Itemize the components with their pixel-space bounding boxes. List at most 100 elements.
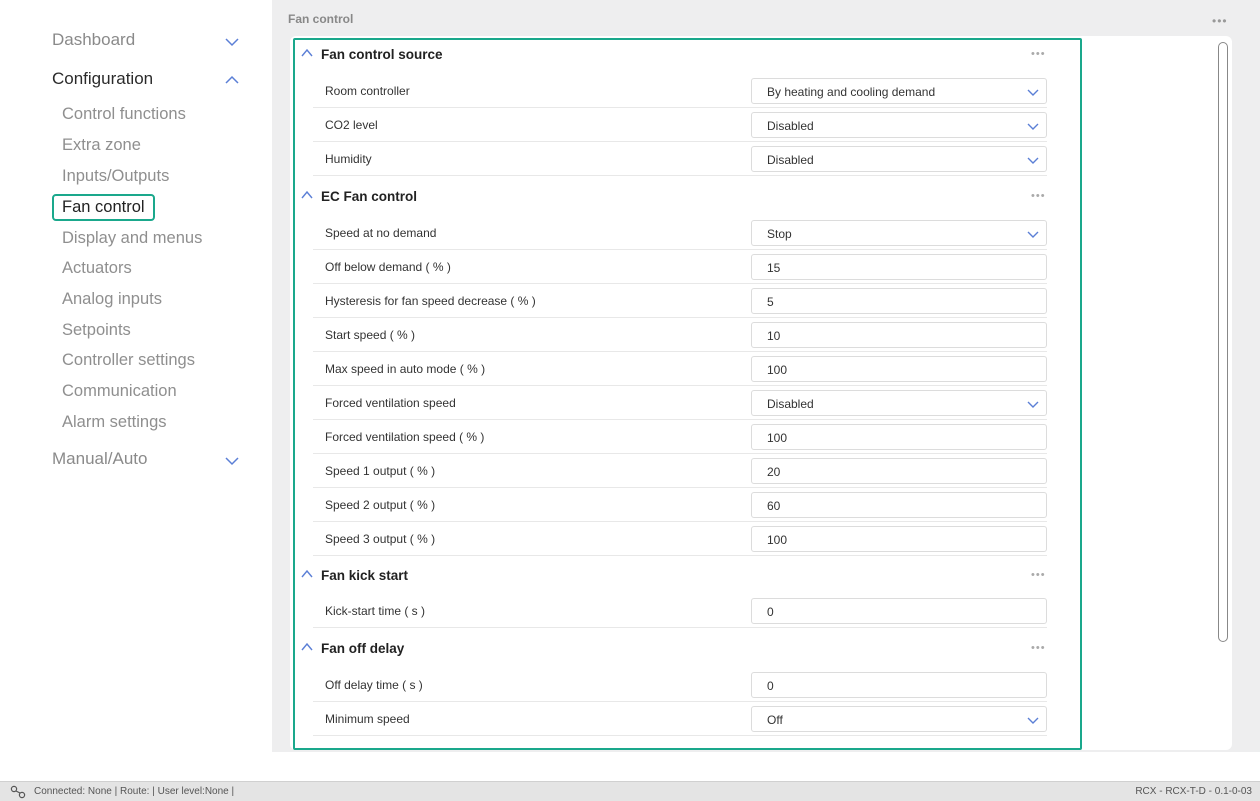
chevron-up-icon[interactable] (222, 70, 242, 90)
setting-value: 5 (767, 295, 774, 309)
setting-label: Kick-start time ( s ) (325, 604, 426, 618)
setting-value: 0 (767, 679, 774, 693)
setting-value: Stop (767, 227, 792, 241)
setting-label: Speed at no demand (325, 226, 437, 240)
nav-dashboard[interactable]: Dashboard (52, 30, 135, 50)
setting-row: CO2 level Disabled (313, 108, 1047, 142)
setting-label: Max speed in auto mode ( % ) (325, 362, 486, 376)
setting-dropdown[interactable]: Disabled (751, 146, 1047, 172)
chevron-up-icon[interactable] (300, 567, 314, 581)
setting-row: Speed at no demand Stop (313, 216, 1047, 250)
setting-label: Minimum speed (325, 712, 410, 726)
nav-display-and-menus[interactable]: Display and menus (62, 229, 202, 248)
section-title: EC Fan control (321, 189, 418, 204)
section-header[interactable]: EC Fan control ••• (300, 182, 1060, 212)
nav-inputs-outputs[interactable]: Inputs/Outputs (62, 167, 169, 186)
chevron-down-icon[interactable] (222, 32, 242, 52)
section-header[interactable]: Fan off delay ••• (300, 634, 1060, 664)
setting-input[interactable]: 100 (751, 424, 1047, 450)
chevron-up-icon[interactable] (300, 188, 314, 202)
setting-value: By heating and cooling demand (767, 85, 936, 99)
section-header[interactable]: Fan control source ••• (300, 40, 1060, 70)
setting-row: Kick-start time ( s ) 0 (313, 594, 1047, 628)
chevron-down-icon[interactable] (1026, 397, 1040, 411)
setting-input[interactable]: 60 (751, 492, 1047, 518)
sidebar: Dashboard Configuration Control function… (0, 0, 272, 752)
setting-value: 100 (767, 533, 788, 547)
setting-input[interactable]: 15 (751, 254, 1047, 280)
connection-status: Connected: None | Route: | User level:No… (34, 786, 235, 797)
setting-dropdown[interactable]: Stop (751, 220, 1047, 246)
setting-label: Off below demand ( % ) (325, 260, 451, 274)
setting-row: Max speed in auto mode ( % ) 100 (313, 352, 1047, 386)
setting-row: Minimum speed Off (313, 702, 1047, 736)
section-title: Fan control source (321, 47, 443, 62)
setting-dropdown[interactable]: Disabled (751, 112, 1047, 138)
version-label: RCX - RCX-T-D - 0.1-0-03 (1135, 786, 1252, 797)
section-title: Fan off delay (321, 641, 405, 656)
more-icon[interactable]: ••• (1031, 190, 1046, 202)
setting-label: Forced ventilation speed (325, 396, 456, 410)
setting-label: Start speed ( % ) (325, 328, 416, 342)
nav-controller-settings[interactable]: Controller settings (62, 351, 195, 370)
connection-icon (10, 785, 26, 799)
setting-value: Disabled (767, 153, 814, 167)
setting-label: Speed 2 output ( % ) (325, 498, 436, 512)
setting-dropdown[interactable]: Off (751, 706, 1047, 732)
setting-input[interactable]: 10 (751, 322, 1047, 348)
chevron-down-icon[interactable] (222, 451, 242, 471)
setting-value: 100 (767, 363, 788, 377)
setting-label: Humidity (325, 152, 372, 166)
setting-input[interactable]: 20 (751, 458, 1047, 484)
chevron-down-icon[interactable] (1026, 119, 1040, 133)
setting-input[interactable]: 100 (751, 526, 1047, 552)
nav-actuators[interactable]: Actuators (62, 259, 132, 278)
nav-setpoints[interactable]: Setpoints (62, 321, 131, 340)
setting-row: Room controller By heating and cooling de… (313, 74, 1047, 108)
chevron-down-icon[interactable] (1026, 85, 1040, 99)
setting-label: Room controller (325, 84, 410, 98)
setting-dropdown[interactable]: By heating and cooling demand (751, 78, 1047, 104)
more-icon[interactable]: ••• (1031, 642, 1046, 654)
setting-label: Hysteresis for fan speed decrease ( % ) (325, 294, 536, 308)
setting-row: Speed 2 output ( % ) 60 (313, 488, 1047, 522)
setting-row: Speed 1 output ( % ) 20 (313, 454, 1047, 488)
setting-dropdown[interactable]: Disabled (751, 390, 1047, 416)
nav-analog-inputs[interactable]: Analog inputs (62, 290, 162, 309)
nav-configuration[interactable]: Configuration (52, 69, 153, 89)
setting-value: 20 (767, 465, 781, 479)
setting-input[interactable]: 0 (751, 598, 1047, 624)
chevron-up-icon[interactable] (300, 46, 314, 60)
nav-communication[interactable]: Communication (62, 382, 177, 401)
chevron-down-icon[interactable] (1026, 713, 1040, 727)
chevron-down-icon[interactable] (1026, 153, 1040, 167)
setting-input[interactable]: 100 (751, 356, 1047, 382)
chevron-up-icon[interactable] (300, 640, 314, 654)
setting-label: Speed 3 output ( % ) (325, 532, 436, 546)
page-title: Fan control (288, 12, 354, 26)
more-icon[interactable]: ••• (1031, 48, 1046, 60)
setting-value: Off (767, 713, 783, 727)
nav-control-functions[interactable]: Control functions (62, 105, 186, 124)
section-header[interactable]: Fan kick start ••• (300, 561, 1060, 591)
scrollbar[interactable] (1218, 42, 1228, 642)
setting-value: 0 (767, 605, 774, 619)
setting-value: 15 (767, 261, 781, 275)
more-icon[interactable]: ••• (1212, 14, 1228, 28)
setting-label: Off delay time ( s ) (325, 678, 423, 692)
nav-extra-zone[interactable]: Extra zone (62, 136, 141, 155)
setting-value: 100 (767, 431, 788, 445)
setting-row: Hysteresis for fan speed decrease ( % ) 5 (313, 284, 1047, 318)
setting-input[interactable]: 0 (751, 672, 1047, 698)
nav-manual-auto[interactable]: Manual/Auto (52, 449, 147, 469)
setting-row: Off delay time ( s ) 0 (313, 668, 1047, 702)
nav-fan-control[interactable]: Fan control (52, 194, 155, 221)
nav-alarm-settings[interactable]: Alarm settings (62, 413, 167, 432)
setting-input[interactable]: 5 (751, 288, 1047, 314)
more-icon[interactable]: ••• (1031, 569, 1046, 581)
setting-value: Disabled (767, 119, 814, 133)
setting-row: Humidity Disabled (313, 142, 1047, 176)
setting-row: Start speed ( % ) 10 (313, 318, 1047, 352)
setting-label: Speed 1 output ( % ) (325, 464, 436, 478)
chevron-down-icon[interactable] (1026, 227, 1040, 241)
